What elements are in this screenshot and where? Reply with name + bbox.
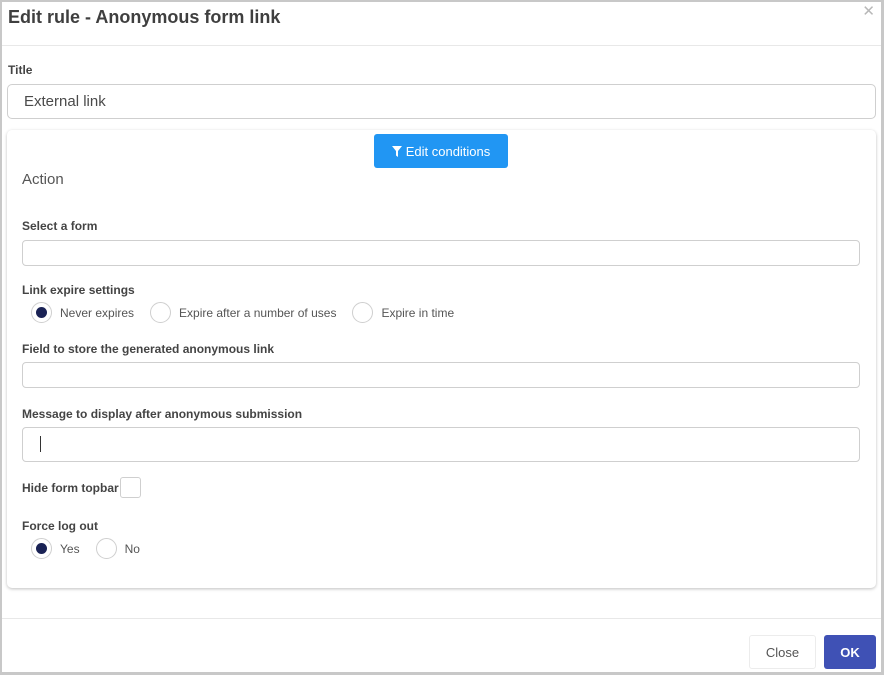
dialog-header: Edit rule - Anonymous form link ✕ (2, 2, 881, 46)
link-expire-label: Link expire settings (22, 283, 135, 297)
message-input[interactable] (22, 427, 860, 462)
force-logout-label: Force log out (22, 519, 98, 533)
edit-conditions-label: Edit conditions (405, 143, 491, 159)
radio-circle-selected[interactable] (31, 538, 52, 559)
radio-expire-time[interactable]: Expire in time (352, 302, 454, 323)
link-expire-radio-group: Never expires Expire after a number of u… (31, 302, 470, 323)
hide-topbar-label: Hide form topbar (22, 481, 119, 495)
store-field-label: Field to store the generated anonymous l… (22, 342, 275, 356)
title-input[interactable] (7, 84, 876, 119)
filter-icon (391, 145, 402, 157)
title-label: Title (8, 63, 33, 77)
store-field-input[interactable] (22, 362, 860, 388)
message-label: Message to display after anonymous submi… (22, 407, 303, 421)
radio-circle[interactable] (95, 538, 117, 559)
edit-conditions-button[interactable]: Edit conditions (374, 134, 508, 168)
text-caret (40, 436, 41, 452)
footer-divider (2, 618, 881, 619)
radio-circle[interactable] (150, 302, 172, 323)
radio-label: Expire after a number of uses (179, 305, 337, 320)
hide-topbar-checkbox[interactable] (120, 477, 141, 498)
radio-expire-uses[interactable]: Expire after a number of uses (150, 302, 336, 323)
select-form-label: Select a form (22, 219, 98, 233)
radio-never-expires[interactable]: Never expires (31, 302, 134, 323)
radio-label: Never expires (60, 305, 135, 320)
close-icon[interactable]: ✕ (862, 4, 875, 20)
radio-circle-selected[interactable] (31, 302, 52, 323)
radio-circle[interactable] (352, 302, 374, 323)
radio-yes[interactable]: Yes (31, 538, 80, 559)
action-heading: Action (22, 171, 64, 188)
close-button[interactable]: Close (749, 635, 816, 669)
radio-label: Yes (60, 541, 80, 556)
radio-no[interactable]: No (95, 538, 140, 559)
ok-button[interactable]: OK (824, 635, 876, 669)
action-card: Edit conditions Action Select a form Lin… (7, 130, 876, 588)
radio-label: Expire in time (381, 305, 455, 320)
select-form-input[interactable] (22, 240, 860, 266)
radio-label: No (124, 541, 140, 556)
force-logout-radio-group: Yes No (31, 538, 156, 559)
dialog-title: Edit rule - Anonymous form link (8, 7, 281, 27)
edit-rule-dialog: Edit rule - Anonymous form link ✕ Title … (2, 2, 881, 672)
